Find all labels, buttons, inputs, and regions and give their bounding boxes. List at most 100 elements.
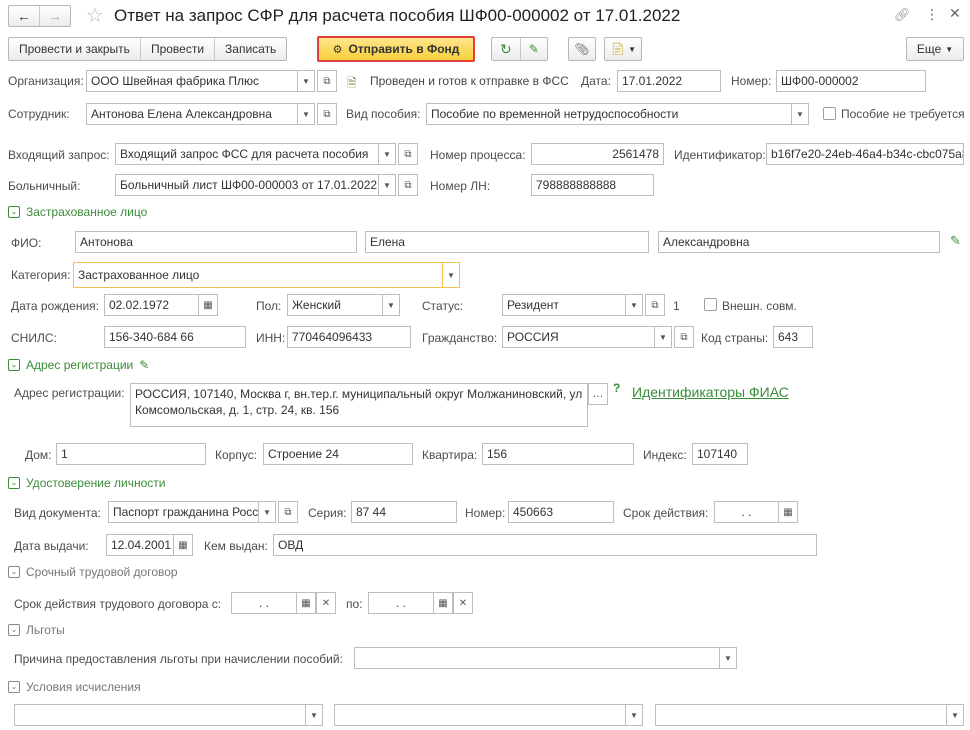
calendar-icon[interactable]: ▦ <box>778 501 798 523</box>
inn-field[interactable]: 770464096433 <box>287 326 411 348</box>
sick-dropdown[interactable]: ▼ <box>378 174 396 196</box>
address-field[interactable]: РОССИЯ, 107140, Москва г, вн.тер.г. муни… <box>130 383 588 427</box>
ln-field[interactable]: 798888888888 <box>531 174 654 196</box>
close-icon[interactable]: ✕ <box>949 5 961 22</box>
middle-name-field[interactable]: Александровна <box>658 231 940 253</box>
contract-from-label: Срок действия трудового договора с: <box>14 597 222 611</box>
birth-field[interactable]: 02.02.1972 <box>104 294 199 316</box>
employee-dropdown[interactable]: ▼ <box>297 103 315 125</box>
calendar-icon[interactable]: ▦ <box>173 534 193 556</box>
insured-section-toggle[interactable]: ⌄ Застрахованное лицо <box>8 205 147 219</box>
contract-to-field[interactable]: . . <box>368 592 434 614</box>
citizenship-field[interactable]: РОССИЯ <box>502 326 655 348</box>
sex-field[interactable]: Женский <box>287 294 383 316</box>
forward-arrow-icon[interactable]: → <box>40 6 70 26</box>
sex-dropdown[interactable]: ▼ <box>382 294 400 316</box>
calendar-icon[interactable]: ▦ <box>296 592 316 614</box>
employee-open-icon[interactable]: ⧉ <box>317 103 337 125</box>
more-button[interactable]: Еще ▼ <box>906 37 964 61</box>
identity-section-toggle[interactable]: ⌄ Удостоверение личности <box>8 476 165 490</box>
doc-number-field[interactable]: 450663 <box>508 501 614 523</box>
condition-field-3[interactable] <box>655 704 947 726</box>
doc-type-field[interactable]: Паспорт гражданина Росс <box>108 501 259 523</box>
back-arrow-icon[interactable]: ← <box>9 6 40 26</box>
sick-field[interactable]: Больничный лист ШФ00-000003 от 17.01.202… <box>115 174 379 196</box>
benefit-type-field[interactable]: Пособие по временной нетрудоспособности <box>426 103 792 125</box>
employee-field[interactable]: Антонова Елена Александровна <box>86 103 298 125</box>
link-icon[interactable]: 🔗︎ <box>894 7 911 23</box>
org-field[interactable]: ООО Швейная фабрика Плюс <box>86 70 298 92</box>
edit-clear-icon[interactable]: ✎ <box>950 233 961 249</box>
org-dropdown[interactable]: ▼ <box>297 70 315 92</box>
condition-dropdown-2[interactable]: ▼ <box>625 704 643 726</box>
not-required-checkbox[interactable] <box>823 107 836 120</box>
address-select-button[interactable]: … <box>588 383 608 405</box>
doc-type-dropdown[interactable]: ▼ <box>258 501 276 523</box>
sick-open-icon[interactable]: ⧉ <box>398 174 418 196</box>
status-open-icon[interactable]: ⧉ <box>645 294 665 316</box>
clear-icon[interactable]: ✕ <box>453 592 473 614</box>
clear-icon[interactable]: ✕ <box>316 592 336 614</box>
doc-type-open-icon[interactable]: ⧉ <box>278 501 298 523</box>
benefit-reason-dropdown[interactable]: ▼ <box>719 647 737 669</box>
contract-from-field[interactable]: . . <box>231 592 297 614</box>
citizenship-dropdown[interactable]: ▼ <box>654 326 672 348</box>
id-field[interactable]: b16f7e20-24eb-46a4-b34c-cbc075a8 <box>766 143 964 165</box>
benefits-section-toggle[interactable]: ⌄ Льготы <box>8 623 65 637</box>
citizenship-open-icon[interactable]: ⧉ <box>674 326 694 348</box>
write-button[interactable]: Записать <box>215 38 286 60</box>
pencil-icon[interactable]: ✎ <box>139 358 149 372</box>
send-to-fund-button[interactable]: ⚙ Отправить в Фонд <box>317 36 475 62</box>
ext-combo-checkbox[interactable] <box>704 298 717 311</box>
condition-dropdown-1[interactable]: ▼ <box>305 704 323 726</box>
snils-field[interactable]: 156-340-684 66 <box>104 326 246 348</box>
incoming-field[interactable]: Входящий запрос ФСС для расчета пособия <box>115 143 379 165</box>
status-label: Статус: <box>422 299 464 313</box>
category-field[interactable]: Застрахованное лицо <box>73 262 443 288</box>
fias-link[interactable]: Идентификаторы ФИАС <box>632 384 789 400</box>
building-field[interactable]: Строение 24 <box>263 443 413 465</box>
org-open-icon[interactable]: ⧉ <box>317 70 337 92</box>
incoming-open-icon[interactable]: ⧉ <box>398 143 418 165</box>
index-field[interactable]: 107140 <box>692 443 748 465</box>
post-close-button[interactable]: Провести и закрыть <box>9 38 141 60</box>
attach-button[interactable]: 📎︎ <box>568 37 596 61</box>
calendar-icon[interactable]: ▦ <box>198 294 218 316</box>
conditions-section-toggle[interactable]: ⌄ Условия исчисления <box>8 680 141 694</box>
valid-field[interactable]: . . <box>714 501 779 523</box>
benefit-type-label: Вид пособия: <box>346 107 421 121</box>
benefit-reason-field[interactable] <box>354 647 720 669</box>
print-menu-button[interactable]: 📄︎ ▼ <box>604 37 642 61</box>
not-required-label: Пособие не требуется <box>841 107 965 121</box>
calendar-icon[interactable]: ▦ <box>433 592 453 614</box>
more-vert-icon[interactable]: ⋮ <box>925 6 939 23</box>
apt-field[interactable]: 156 <box>482 443 634 465</box>
series-label: Серия: <box>308 506 347 520</box>
edit-clear-icon[interactable]: ✎ <box>521 38 547 60</box>
first-name-field[interactable]: Елена <box>365 231 649 253</box>
country-code-field[interactable]: 643 <box>773 326 813 348</box>
process-field[interactable]: 2561478 <box>531 143 664 165</box>
condition-field-1[interactable] <box>14 704 306 726</box>
category-dropdown[interactable]: ▼ <box>442 262 460 288</box>
date-field[interactable]: 17.01.2022 <box>617 70 721 92</box>
status-dropdown[interactable]: ▼ <box>625 294 643 316</box>
house-field[interactable]: 1 <box>56 443 206 465</box>
address-section-toggle[interactable]: ⌄ Адрес регистрации ✎ <box>8 358 149 372</box>
issue-date-field[interactable]: 12.04.2001 <box>106 534 174 556</box>
condition-dropdown-3[interactable]: ▼ <box>946 704 964 726</box>
incoming-dropdown[interactable]: ▼ <box>378 143 396 165</box>
post-button[interactable]: Провести <box>141 38 216 60</box>
condition-field-2[interactable] <box>334 704 626 726</box>
number-field[interactable]: ШФ00-000002 <box>776 70 926 92</box>
contract-section-toggle[interactable]: ⌄ Срочный трудовой договор <box>8 565 178 579</box>
last-name-field[interactable]: Антонова <box>75 231 357 253</box>
status-field[interactable]: Резидент <box>502 294 626 316</box>
issued-by-field[interactable]: ОВД <box>273 534 817 556</box>
series-field[interactable]: 87 44 <box>351 501 457 523</box>
more-label: Еще <box>916 42 942 56</box>
help-icon[interactable]: ? <box>613 381 620 395</box>
favorite-star-icon[interactable]: ☆ <box>86 3 104 28</box>
benefit-type-dropdown[interactable]: ▼ <box>791 103 809 125</box>
refresh-icon[interactable]: ↻ <box>492 38 521 60</box>
